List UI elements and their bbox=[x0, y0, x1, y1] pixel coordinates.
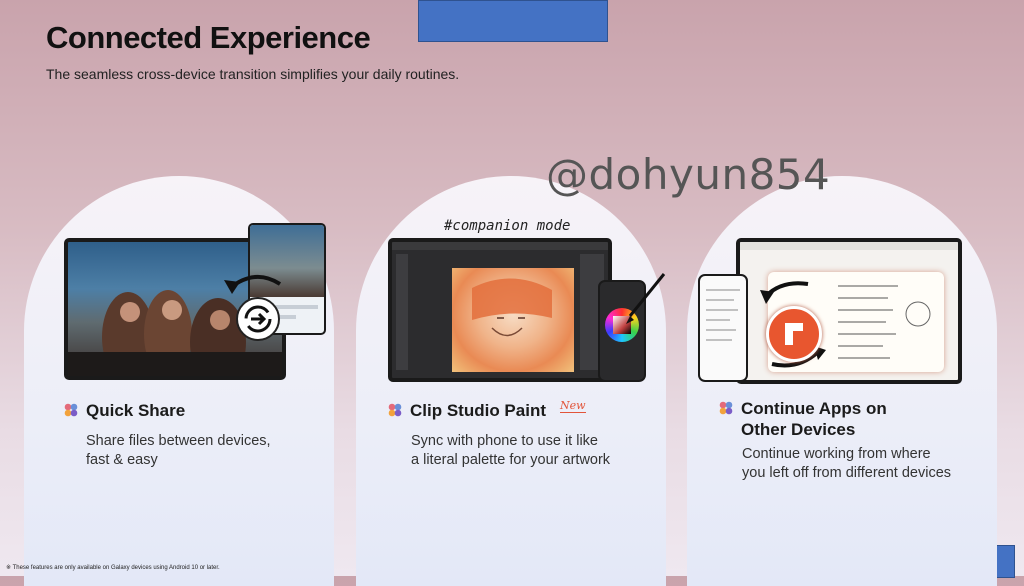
desc-line: Continue working from where bbox=[742, 446, 931, 462]
artwork-canvas bbox=[452, 268, 574, 372]
slide-title: Connected Experience bbox=[46, 20, 371, 55]
desc-line: fast & easy bbox=[86, 452, 158, 468]
feature-desc-continue-apps: Continue working from where you left off… bbox=[742, 445, 951, 483]
feature-desc-quick-share: Share files between devices, fast & easy bbox=[86, 432, 271, 470]
feature-title-clip-studio: Clip Studio Paint bbox=[410, 401, 546, 420]
clip-studio-tablet-image bbox=[388, 238, 612, 382]
slide-subtitle: The seamless cross-device transition sim… bbox=[46, 66, 460, 82]
sparkle-icon bbox=[719, 401, 733, 415]
title-line: Continue Apps on bbox=[741, 399, 887, 418]
continue-apps-phone-image bbox=[698, 274, 748, 382]
footnote: ※ These features are only available on G… bbox=[6, 565, 220, 571]
desc-line: Sync with phone to use it like bbox=[411, 433, 598, 449]
feature-title-continue-apps: Continue Apps on Other Devices bbox=[741, 398, 887, 440]
sync-icon bbox=[236, 297, 280, 341]
feature-clip-studio: Clip Studio Paint New bbox=[388, 400, 586, 421]
feature-title-quick-share: Quick Share bbox=[86, 401, 186, 420]
sparkle-icon bbox=[64, 403, 78, 417]
desc-line: Share files between devices, bbox=[86, 433, 271, 449]
new-badge: New bbox=[560, 399, 586, 413]
desc-line: a literal palette for your artwork bbox=[411, 452, 611, 468]
companion-mode-annotation: #companion mode bbox=[444, 218, 571, 234]
stylus-pen-icon bbox=[626, 273, 666, 324]
title-line: Other Devices bbox=[741, 420, 856, 439]
watermark-text: @dohyun854 bbox=[546, 150, 831, 199]
feature-quick-share: Quick Share bbox=[64, 400, 185, 421]
desc-line: you left off from different devices bbox=[742, 465, 952, 481]
continue-apps-icon bbox=[766, 306, 822, 362]
top-blue-block bbox=[418, 0, 608, 42]
feature-desc-clip-studio: Sync with phone to use it like a literal… bbox=[411, 432, 610, 470]
feature-continue-apps: Continue Apps on Other Devices bbox=[719, 398, 887, 440]
sparkle-icon bbox=[388, 403, 402, 417]
